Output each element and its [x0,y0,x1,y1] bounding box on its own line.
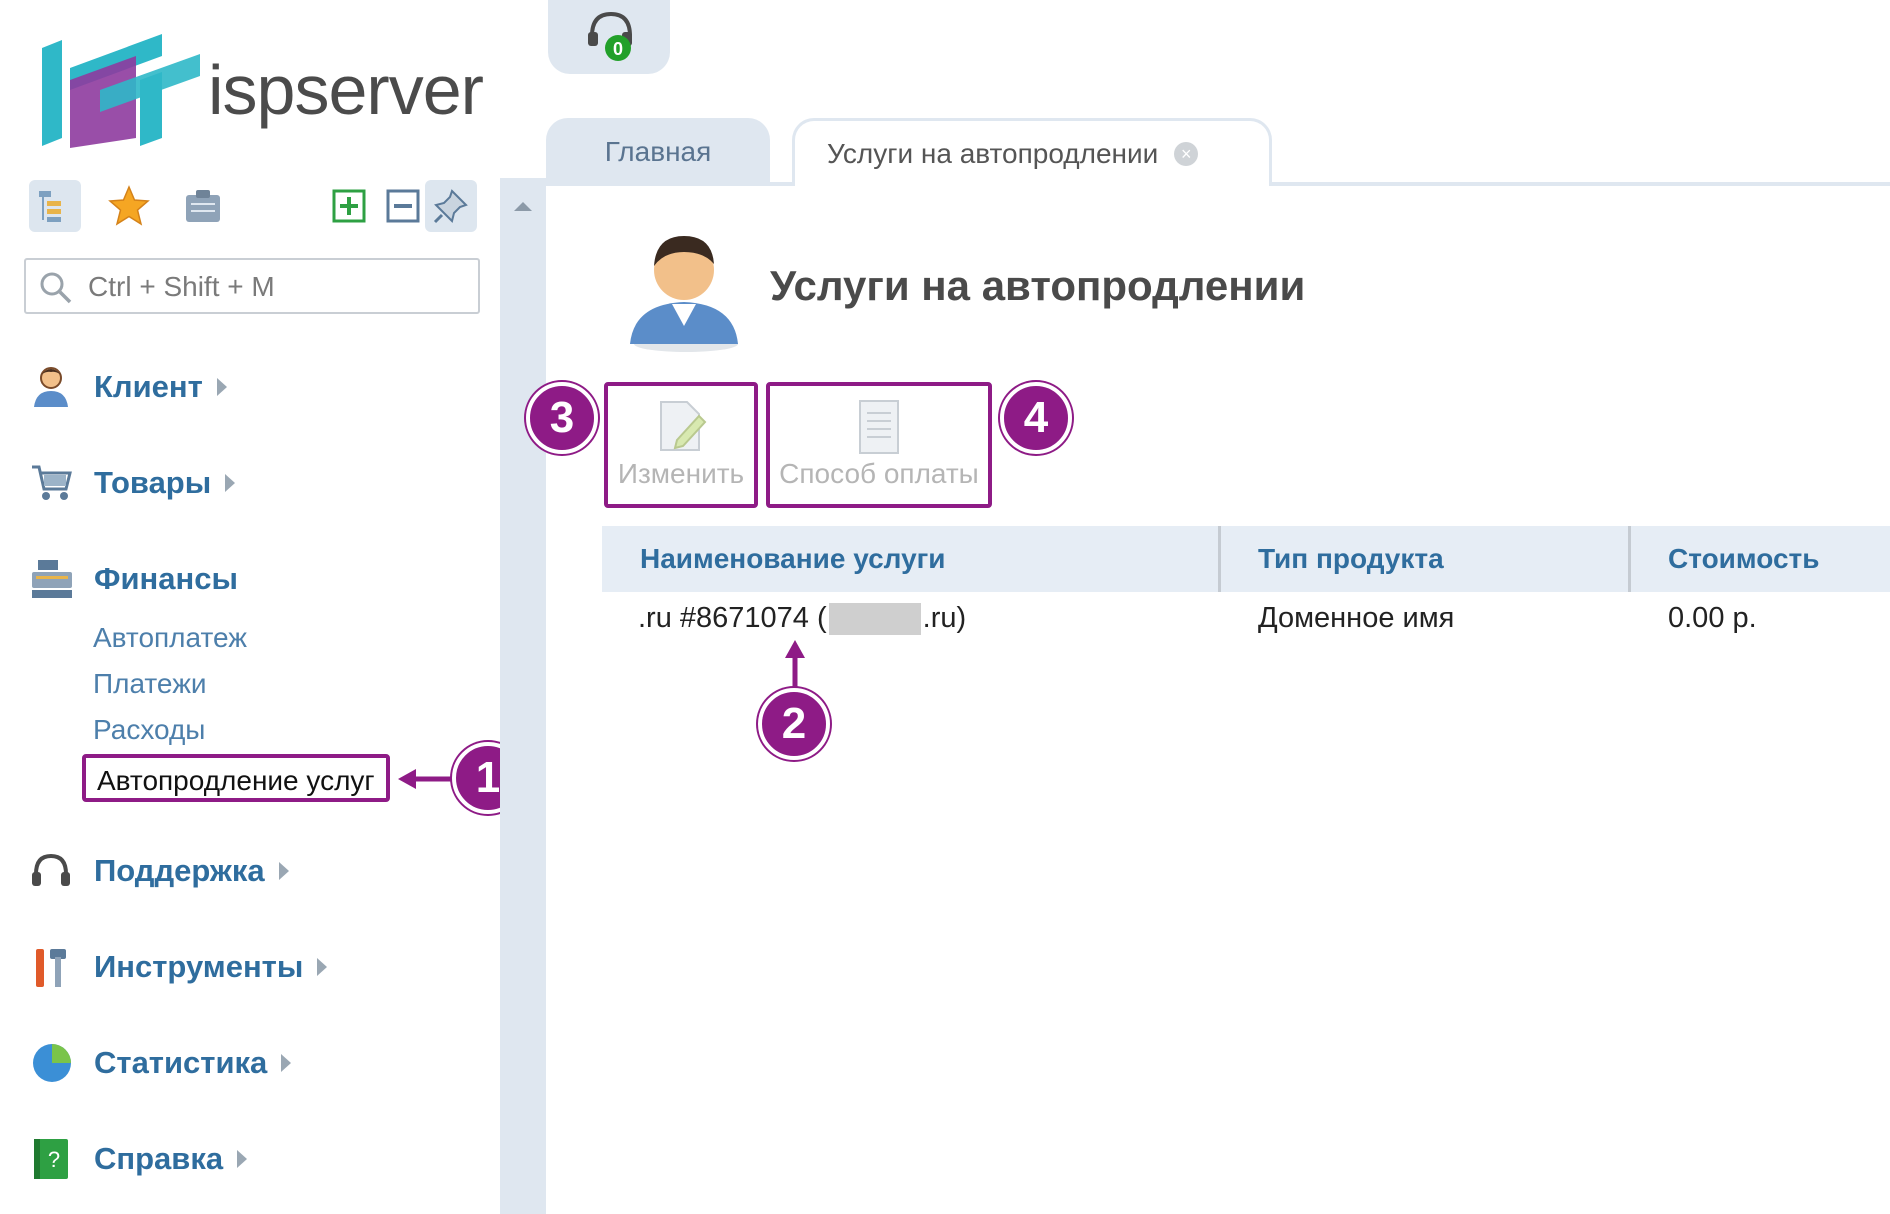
sidebar-item-autopayment[interactable]: Автоплатеж [93,622,247,654]
menu-label-goods: Товары [94,465,212,500]
table-cell-product-type[interactable]: Доменное имя [1258,602,1454,635]
edit-button[interactable]: Изменить [604,382,758,508]
table-cell-service-name[interactable]: .ru #8671074 ( .ru) [638,602,967,636]
tab-main[interactable]: Главная [546,118,770,186]
headset-icon [30,849,80,893]
sidebar-item-payments[interactable]: Платежи [93,668,207,700]
expand-all-button[interactable] [323,180,375,232]
pin-icon [433,189,468,224]
menu-label-client: Клиент [94,369,203,404]
headset-icon: 0 [588,11,632,61]
tools-icon [30,945,80,989]
column-divider[interactable] [1218,526,1221,592]
table-header: Наименование услуги Тип продукта Стоимос… [602,526,1890,592]
pie-chart-icon [30,1041,80,1085]
menu-label-statistics: Статистика [94,1045,268,1080]
menu-label-tools: Инструменты [94,949,304,984]
callout-4: 4 [1000,382,1072,454]
user-avatar-icon [630,236,738,352]
help-book-icon: ? [30,1137,80,1181]
tab-autoprolong[interactable]: Услуги на автопродлении × [792,118,1272,186]
pin-button[interactable] [425,180,477,232]
close-icon[interactable]: × [1174,141,1199,166]
receipt-icon [859,400,899,454]
menu-group-tools[interactable]: Инструменты [30,942,328,992]
client-icon [30,365,80,409]
chevron-right-icon [216,378,227,396]
sidebar-splitter[interactable] [500,178,546,1214]
column-header-cost[interactable]: Стоимость [1668,526,1819,592]
column-header-type[interactable]: Тип продукта [1258,526,1444,592]
clipboard-icon [186,190,220,222]
menu-group-goods[interactable]: Товары [30,458,236,508]
star-icon [108,185,150,226]
page-title: Услуги на автопродлении [770,262,1306,309]
search-input[interactable] [86,268,470,306]
sidebar-item-autoprolong[interactable]: Автопродление услуг [82,754,390,802]
redacted-block [828,603,921,636]
search-box [24,258,480,314]
callout-arrow-2 [785,640,805,692]
sidebar-item-expenses[interactable]: Расходы [93,714,205,746]
tab-main-label: Главная [604,136,712,167]
plus-square-icon [332,189,366,223]
chevron-right-icon [281,1054,292,1072]
payment-method-button-label: Способ оплаты [779,458,979,489]
chevron-right-icon [278,862,289,880]
support-badge: 0 [613,39,623,59]
menu-group-help[interactable]: ? Справка [30,1134,248,1184]
menu-group-support[interactable]: Поддержка [30,846,289,896]
table-cell-cost[interactable]: 0.00 р. [1668,602,1757,635]
menu-group-finance[interactable]: Финансы [30,554,238,604]
chevron-right-icon [317,958,328,976]
favorites-button[interactable] [103,180,155,232]
callout-2: 2 [758,688,830,760]
column-header-name[interactable]: Наименование услуги [640,526,946,592]
menu-group-client[interactable]: Клиент [30,362,227,412]
cart-icon [30,461,80,505]
cash-register-icon [30,557,80,601]
svg-text:?: ? [48,1147,60,1172]
tree-view-button[interactable] [29,180,81,232]
chevron-right-icon [237,1150,248,1168]
menu-label-support: Поддержка [94,853,265,888]
edit-button-label: Изменить [617,458,745,489]
collapse-all-button[interactable] [377,180,429,232]
menu-label-finance: Финансы [94,561,238,596]
support-button[interactable]: 0 [548,0,670,74]
logo-mark-icon [42,34,200,148]
sidebar: ispserver Ctrl + Shift + M Клиент Товары… [0,0,524,1214]
brand-name: ispserver [208,51,484,129]
tree-icon [39,191,61,222]
service-name-prefix: .ru #8671074 ( [638,602,827,634]
search-icon [40,272,72,304]
clipboard-button[interactable] [177,180,229,232]
sidebar-toolbar [25,180,485,236]
chevron-right-icon [225,474,236,492]
column-divider[interactable] [1628,526,1631,592]
minus-square-icon [386,189,420,223]
tab-autoprolong-label: Услуги на автопродлении [827,137,1159,169]
callout-3: 3 [526,382,598,454]
edit-document-icon [660,401,707,451]
menu-group-statistics[interactable]: Статистика [30,1038,292,1088]
menu-label-help: Справка [94,1141,224,1176]
payment-method-button[interactable]: Способ оплаты [766,382,992,508]
scroll-up-icon[interactable] [514,202,532,211]
service-name-suffix: .ru) [922,602,967,634]
